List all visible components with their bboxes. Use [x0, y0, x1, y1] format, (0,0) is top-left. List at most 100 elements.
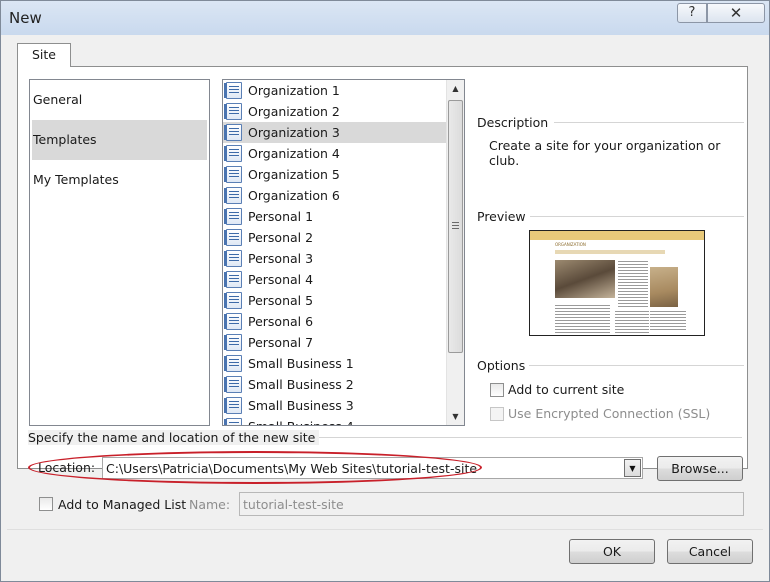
template-item-label: Personal 4	[248, 272, 314, 287]
template-icon	[224, 229, 242, 246]
chevron-down-icon[interactable]: ▼	[624, 459, 641, 477]
preview-text-block	[618, 261, 648, 309]
template-item-label: Small Business 2	[248, 377, 354, 392]
use-ssl-checkbox[interactable]	[490, 407, 504, 421]
template-item-label: Organization 2	[248, 104, 340, 119]
template-items: Organization 1 Organization 2 Organization…	[223, 80, 446, 425]
preview-text-block	[650, 311, 686, 331]
category-item-general[interactable]: General	[30, 80, 209, 120]
template-icon	[224, 208, 242, 225]
tab-site[interactable]: Site	[17, 43, 71, 67]
template-item[interactable]: Small Business 3	[223, 395, 446, 416]
location-label: Location:	[38, 460, 96, 475]
description-divider	[554, 122, 744, 123]
template-icon	[224, 334, 242, 351]
template-item[interactable]: Small Business 2	[223, 374, 446, 395]
template-icon	[224, 397, 242, 414]
browse-button[interactable]: Browse...	[657, 456, 743, 481]
options-divider	[526, 365, 744, 366]
template-preview-image: ORGANIZATION	[529, 230, 705, 336]
template-icon	[224, 355, 242, 372]
preview-divider	[528, 216, 744, 217]
template-list: Organization 1 Organization 2 Organization…	[222, 79, 465, 426]
cancel-button[interactable]: Cancel	[667, 539, 753, 564]
add-to-current-site-checkbox[interactable]	[490, 383, 504, 397]
location-divider	[295, 437, 742, 438]
template-item[interactable]: Organization 3	[223, 122, 446, 143]
template-item[interactable]: Personal 3	[223, 248, 446, 269]
template-item-label: Organization 1	[248, 83, 340, 98]
dialog-title: New	[9, 9, 42, 27]
template-item[interactable]: Personal 7	[223, 332, 446, 353]
preview-photo-beach	[555, 260, 615, 298]
template-item[interactable]: Small Business 1	[223, 353, 446, 374]
close-button[interactable]: ✕	[707, 3, 765, 23]
preview-photo-sand	[650, 267, 678, 307]
template-icon	[224, 271, 242, 288]
template-icon	[224, 124, 242, 141]
location-combobox[interactable]: C:\Users\Patricia\Documents\My Web Sites…	[102, 457, 643, 479]
grip-icon	[452, 222, 459, 229]
new-site-dialog: New ? ✕ Site General Templates My Templa…	[0, 0, 770, 582]
template-item-label: Personal 5	[248, 293, 314, 308]
name-label: Name:	[189, 497, 231, 512]
template-item-label: Organization 6	[248, 188, 340, 203]
template-item[interactable]: Personal 5	[223, 290, 446, 311]
preview-banner	[530, 231, 704, 240]
template-item[interactable]: Personal 4	[223, 269, 446, 290]
description-heading: Description	[477, 115, 553, 130]
preview-text-block	[615, 311, 649, 335]
template-item-label: Small Business 1	[248, 356, 354, 371]
title-bar: New ? ✕	[1, 1, 769, 35]
template-item[interactable]: Organization 5	[223, 164, 446, 185]
template-icon	[224, 145, 242, 162]
template-item[interactable]: Small Business 4	[223, 416, 446, 425]
template-icon	[224, 187, 242, 204]
template-item-label: Personal 3	[248, 251, 314, 266]
template-icon	[224, 82, 242, 99]
template-item-label: Organization 5	[248, 167, 340, 182]
template-item[interactable]: Organization 4	[223, 143, 446, 164]
add-to-current-site-label[interactable]: Add to current site	[508, 382, 624, 397]
template-list-scrollbar[interactable]: ▲ ▼	[446, 80, 464, 425]
template-icon	[224, 376, 242, 393]
template-item-label: Personal 6	[248, 314, 314, 329]
use-ssl-label: Use Encrypted Connection (SSL)	[508, 406, 711, 421]
options-heading: Options	[477, 358, 530, 373]
template-item[interactable]: Personal 2	[223, 227, 446, 248]
scroll-thumb[interactable]	[448, 100, 463, 353]
template-item-label: Personal 2	[248, 230, 314, 245]
template-item-label: Organization 4	[248, 146, 340, 161]
location-section-heading: Specify the name and location of the new…	[28, 430, 320, 445]
template-icon	[224, 103, 242, 120]
name-field: tutorial-test-site	[239, 492, 744, 516]
help-icon: ?	[688, 5, 696, 20]
add-to-managed-list-label[interactable]: Add to Managed List	[58, 497, 186, 512]
scroll-down-icon[interactable]: ▼	[447, 408, 464, 425]
add-to-managed-list-checkbox[interactable]	[39, 497, 53, 511]
template-icon	[224, 250, 242, 267]
preview-site-title: ORGANIZATION	[555, 242, 586, 247]
scroll-up-icon[interactable]: ▲	[447, 80, 464, 97]
category-item-my-templates[interactable]: My Templates	[30, 160, 209, 200]
template-icon	[224, 313, 242, 330]
location-value[interactable]: C:\Users\Patricia\Documents\My Web Sites…	[106, 461, 477, 476]
ok-button[interactable]: OK	[569, 539, 655, 564]
template-item[interactable]: Organization 6	[223, 185, 446, 206]
category-list: General Templates My Templates	[29, 79, 210, 426]
template-item-label: Organization 3	[248, 125, 340, 140]
footer-divider	[7, 529, 763, 530]
template-icon	[224, 292, 242, 309]
template-item[interactable]: Organization 1	[223, 80, 446, 101]
description-text: Create a site for your organization or c…	[489, 138, 721, 168]
template-item[interactable]: Personal 6	[223, 311, 446, 332]
template-item[interactable]: Organization 2	[223, 101, 446, 122]
category-item-templates[interactable]: Templates	[32, 120, 207, 160]
template-item[interactable]: Personal 1	[223, 206, 446, 227]
name-value: tutorial-test-site	[243, 497, 344, 512]
template-icon	[224, 166, 242, 183]
template-item-label: Small Business 3	[248, 398, 354, 413]
close-icon: ✕	[729, 4, 743, 22]
help-button[interactable]: ?	[677, 3, 707, 23]
template-item-label: Small Business 4	[248, 419, 354, 425]
